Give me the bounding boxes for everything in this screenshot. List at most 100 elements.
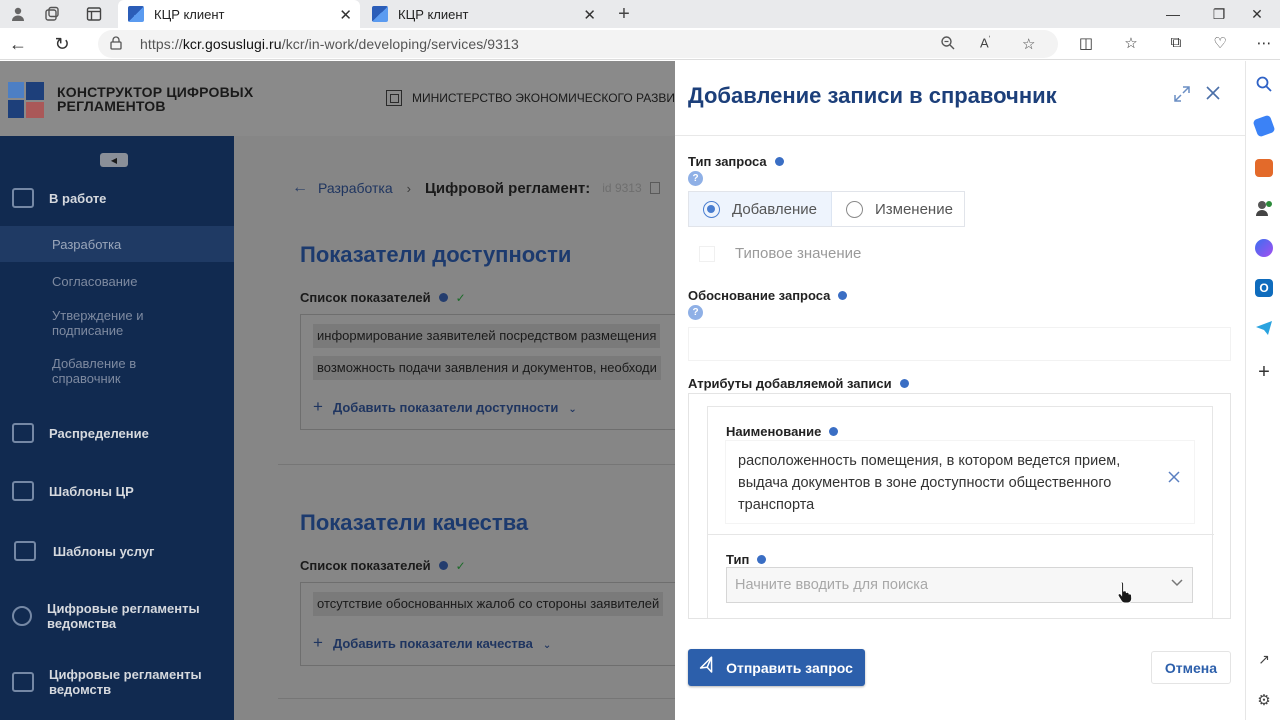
- outlook-icon[interactable]: O: [1255, 279, 1273, 297]
- list-item[interactable]: отсутствие обоснованных жалоб со стороны…: [313, 592, 664, 616]
- external-link-icon[interactable]: ↗: [1255, 651, 1273, 669]
- url-path: /kcr/in-work/developing/services/9313: [281, 36, 519, 52]
- address-bar-row: ← ↻ https://kcr.gosuslugi.ru/kcr/in-work…: [0, 28, 1280, 60]
- target-icon: [14, 541, 36, 561]
- profile-icon[interactable]: [0, 0, 36, 28]
- sidebar-item-dept-regulations[interactable]: Цифровые регламенты ведомства: [0, 601, 234, 631]
- send-request-button[interactable]: Отправить запрос: [688, 649, 865, 686]
- sidebar-sub-signing[interactable]: Утверждение и подписание: [0, 308, 160, 338]
- collections-toolbar-icon[interactable]: ⧉: [1162, 34, 1190, 51]
- info-icon[interactable]: [438, 561, 448, 570]
- main-content: ← Разработка › Цифровой регламент: id 93…: [234, 136, 675, 720]
- zoom-icon[interactable]: [940, 35, 956, 55]
- radio-checked-icon: [703, 200, 720, 218]
- info-icon[interactable]: [829, 427, 839, 436]
- split-screen-icon[interactable]: ◫: [1072, 34, 1100, 52]
- add-label: Добавить показатели качества: [332, 636, 533, 651]
- add-availability-button[interactable]: + Добавить показатели доступности ⌄: [313, 397, 577, 417]
- add-entry-modal: Добавление записи в справочник Тип запро…: [675, 61, 1245, 720]
- breadcrumb-link-development[interactable]: Разработка: [318, 180, 393, 196]
- radio-option-add[interactable]: Добавление: [689, 192, 832, 226]
- sidebar-sub-label: Добавление в справочник: [52, 356, 137, 386]
- help-icon[interactable]: ?: [688, 305, 703, 320]
- close-icon[interactable]: [1206, 83, 1220, 106]
- radio-label: Изменение: [874, 200, 953, 218]
- typical-value-checkbox[interactable]: Типовое значение: [699, 245, 861, 262]
- sidebar-item-label: Распределение: [49, 425, 149, 441]
- sidebar-item-in-work[interactable]: В работе: [0, 188, 234, 208]
- info-icon[interactable]: [438, 293, 448, 302]
- browser-essentials-icon[interactable]: ♡: [1206, 34, 1234, 52]
- list-item[interactable]: информирование заявителей посредством ра…: [313, 324, 661, 348]
- check-icon: ✓: [455, 558, 466, 573]
- list-item[interactable]: возможность подачи заявления и документо…: [313, 356, 661, 380]
- tools-icon[interactable]: [1255, 159, 1273, 177]
- shopping-tag-icon[interactable]: [1252, 114, 1276, 138]
- refresh-icon[interactable]: ↻: [48, 32, 76, 56]
- collapse-sidebar-button[interactable]: ◀: [100, 153, 128, 167]
- help-icon[interactable]: ?: [688, 171, 703, 186]
- new-tab-icon[interactable]: +: [612, 0, 636, 28]
- collections-icon[interactable]: [34, 0, 70, 28]
- gear-icon[interactable]: ⚙: [1255, 691, 1273, 709]
- window-close-icon[interactable]: ✕: [1234, 0, 1280, 28]
- sidebar-item-depts-regulations[interactable]: Цифровые регламенты ведомств: [0, 667, 234, 697]
- sidebar-item-distribution[interactable]: Распределение: [0, 423, 234, 443]
- tab-title: КЦР клиент: [398, 6, 469, 22]
- divider: [708, 534, 1214, 535]
- copilot-icon[interactable]: [1255, 239, 1273, 257]
- quality-list: отсутствие обоснованных жалоб со стороны…: [300, 582, 675, 666]
- expand-icon[interactable]: [1173, 85, 1191, 108]
- kcr-logo[interactable]: [8, 82, 44, 118]
- divider: [675, 135, 1245, 136]
- info-icon[interactable]: [899, 379, 909, 388]
- more-menu-icon[interactable]: ⋯: [1250, 34, 1278, 52]
- sidebar-item-label: Шаблоны ЦР: [49, 483, 134, 499]
- games-icon[interactable]: [1255, 199, 1273, 217]
- name-textarea[interactable]: расположенность помещения, в котором вед…: [726, 441, 1194, 523]
- favorites-icon[interactable]: ☆: [1117, 34, 1145, 52]
- name-label: Наименование: [726, 424, 839, 439]
- info-icon[interactable]: [838, 291, 848, 300]
- justification-input[interactable]: [688, 327, 1231, 361]
- close-tab-icon[interactable]: ✕: [339, 6, 352, 24]
- button-label: Отправить запрос: [726, 659, 853, 676]
- browser-sidebar: O + ↗ ⚙: [1245, 61, 1280, 720]
- sidebar-item-service-templates[interactable]: Шаблоны услуг: [0, 541, 234, 561]
- sidebar-sub-development[interactable]: Разработка: [0, 226, 234, 262]
- checkbox[interactable]: [699, 245, 715, 262]
- building-icon: [386, 90, 402, 106]
- back-arrow-icon[interactable]: ←: [4, 32, 32, 56]
- sidebar-sub-label: Утверждение и подписание: [52, 308, 144, 338]
- divider: [278, 698, 675, 699]
- field-label-text: Наименование: [726, 424, 822, 439]
- radio-label: Добавление: [732, 200, 817, 218]
- close-tab-icon[interactable]: ✕: [583, 6, 596, 24]
- sidebar: ◀ В работе Разработка Согласование Утвер…: [0, 136, 234, 720]
- read-aloud-icon[interactable]: Aʼ: [980, 35, 990, 50]
- telegram-icon[interactable]: [1255, 319, 1273, 337]
- back-arrow-icon[interactable]: ←: [292, 179, 308, 197]
- ministry-text: МИНИСТЕРСТВО ЭКОНОМИЧЕСКОГО РАЗВИТИЯ: [412, 91, 700, 105]
- cancel-button[interactable]: Отмена: [1151, 651, 1231, 684]
- favorite-star-icon[interactable]: ☆: [1022, 35, 1035, 53]
- minimize-icon[interactable]: —: [1150, 0, 1196, 28]
- url-field[interactable]: https://kcr.gosuslugi.ru/kcr/in-work/dev…: [98, 30, 1058, 58]
- sidebar-sub-add-to-directory[interactable]: Добавление в справочник: [0, 356, 234, 386]
- search-icon[interactable]: [1255, 75, 1273, 93]
- copy-icon[interactable]: [649, 182, 660, 194]
- tab-kcr-client-1[interactable]: КЦР клиент ✕: [118, 0, 360, 28]
- sidebar-sub-approval[interactable]: Согласование: [0, 274, 234, 289]
- ministry-label: МИНИСТЕРСТВО ЭКОНОМИЧЕСКОГО РАЗВИТИЯ: [386, 90, 700, 106]
- info-icon[interactable]: [774, 157, 784, 166]
- clear-icon[interactable]: [1168, 470, 1180, 488]
- sidebar-item-cr-templates[interactable]: Шаблоны ЦР: [0, 481, 234, 501]
- url-host: kcr.gosuslugi.ru: [182, 36, 282, 52]
- tab-kcr-client-2[interactable]: КЦР клиент ✕: [362, 0, 604, 28]
- add-sidebar-app-icon[interactable]: +: [1255, 362, 1273, 382]
- radio-option-change[interactable]: Изменение: [832, 192, 967, 226]
- add-quality-button[interactable]: + Добавить показатели качества ⌄: [313, 633, 551, 653]
- info-icon[interactable]: [757, 555, 767, 564]
- chevron-down-icon: ⌄: [542, 640, 552, 651]
- tab-actions-icon[interactable]: [76, 0, 112, 28]
